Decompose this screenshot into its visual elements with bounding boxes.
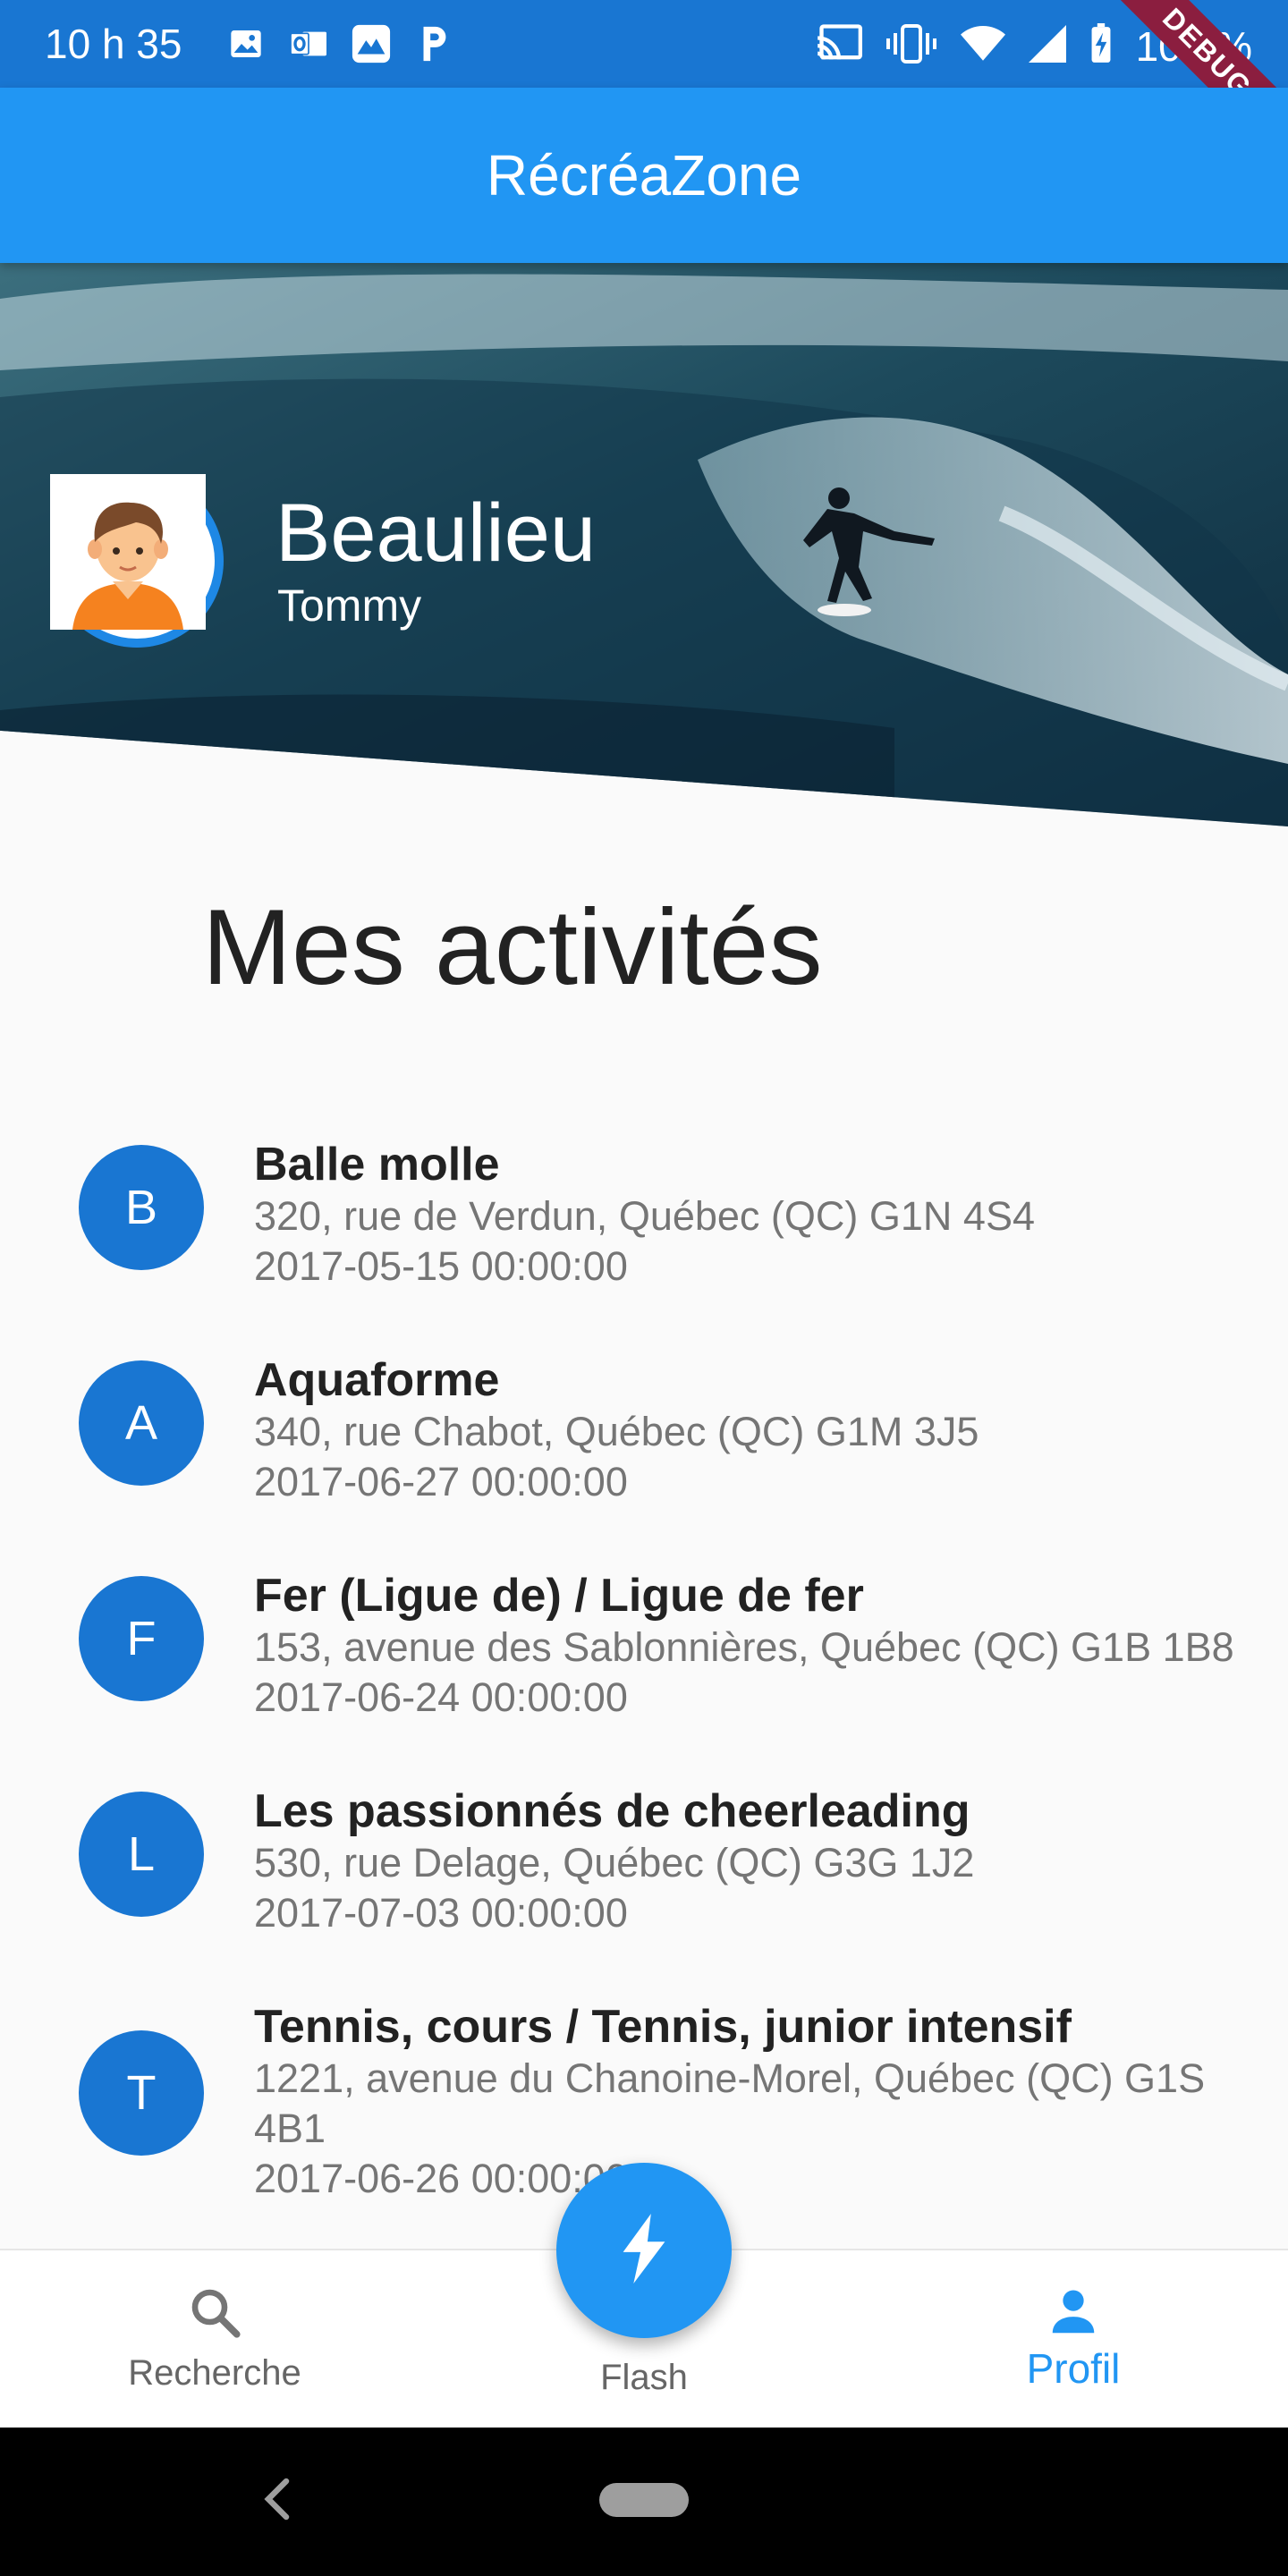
back-icon[interactable] — [259, 2477, 295, 2526]
activity-date: 2017-06-26 00:00:00 — [254, 2156, 628, 2201]
profile-first-name: Tommy — [277, 580, 422, 631]
activity-title: Aquaforme — [254, 1354, 500, 1406]
avatar[interactable] — [50, 474, 224, 648]
nav-label-recherche: Recherche — [128, 2353, 301, 2393]
vibrate-icon — [886, 24, 937, 68]
battery-charging-icon — [1089, 23, 1113, 69]
search-icon — [185, 2283, 244, 2346]
status-time: 10 h 35 — [45, 21, 182, 67]
activity-list-item[interactable]: F Fer (Ligue de) / Ligue de fer 153, ave… — [0, 1569, 1288, 1784]
activity-initial-avatar: A — [79, 1360, 204, 1486]
parking-icon — [413, 23, 454, 64]
activity-address: 320, rue de Verdun, Québec (QC) G1N 4S4 — [254, 1193, 1035, 1239]
system-navigation-bar — [0, 2428, 1288, 2576]
activity-title: Balle molle — [254, 1139, 500, 1191]
activity-initial-avatar: B — [79, 1145, 204, 1270]
cast-icon — [816, 24, 862, 68]
activity-address: 153, avenue des Sablonnières, Québec (QC… — [254, 1624, 1234, 1670]
home-pill-button[interactable] — [599, 2483, 689, 2517]
activity-list-item[interactable]: B Balle molle 320, rue de Verdun, Québec… — [0, 1138, 1288, 1352]
activity-title: Tennis, cours / Tennis, junior intensif — [254, 2001, 1072, 2053]
activity-initial-avatar: T — [79, 2030, 204, 2156]
activity-address: 530, rue Delage, Québec (QC) G3G 1J2 — [254, 1840, 975, 1885]
mountain-app-icon — [351, 23, 392, 64]
section-title: Mes activités — [202, 887, 823, 1007]
nav-item-profil[interactable]: Profil — [984, 2250, 1163, 2429]
nav-item-recherche[interactable]: Recherche — [125, 2250, 304, 2429]
profile-last-name: Beaulieu — [275, 487, 597, 579]
activity-initial-avatar: L — [79, 1792, 204, 1917]
activity-title: Les passionnés de cheerleading — [254, 1785, 970, 1837]
user-avatar-illustration — [50, 474, 206, 630]
app-title: RécréaZone — [486, 143, 802, 208]
activity-date: 2017-06-24 00:00:00 — [254, 1674, 628, 1720]
activity-initial-avatar: F — [79, 1576, 204, 1701]
activity-list-item[interactable]: L Les passionnés de cheerleading 530, ru… — [0, 1784, 1288, 1999]
image-icon — [225, 23, 267, 64]
person-icon — [1046, 2284, 1101, 2344]
nav-label-profil: Profil — [1026, 2345, 1121, 2392]
flash-fab-button[interactable] — [556, 2163, 732, 2338]
signal-icon — [1028, 25, 1066, 67]
activity-address: 1221, avenue du Chanoine-Morel, Québec (… — [254, 2055, 1206, 2151]
activity-list-item[interactable]: A Aquaforme 340, rue Chabot, Québec (QC)… — [0, 1353, 1288, 1568]
nav-label-flash: Flash — [600, 2358, 688, 2397]
activity-address: 340, rue Chabot, Québec (QC) G1M 3J5 — [254, 1409, 979, 1454]
activity-date: 2017-06-27 00:00:00 — [254, 1459, 628, 1504]
activity-date: 2017-07-03 00:00:00 — [254, 1890, 628, 1936]
flash-icon — [619, 2213, 669, 2288]
status-bar: 10 h 35 100 % DEBUG — [0, 0, 1288, 191]
notification-icons — [225, 23, 454, 64]
activity-date: 2017-05-15 00:00:00 — [254, 1243, 628, 1289]
wifi-icon — [960, 25, 1005, 67]
activity-title: Fer (Ligue de) / Ligue de fer — [254, 1570, 864, 1622]
outlook-icon — [288, 23, 329, 64]
app-bar: RécréaZone — [0, 88, 1288, 263]
profile-header: Beaulieu Tommy — [0, 263, 1288, 826]
